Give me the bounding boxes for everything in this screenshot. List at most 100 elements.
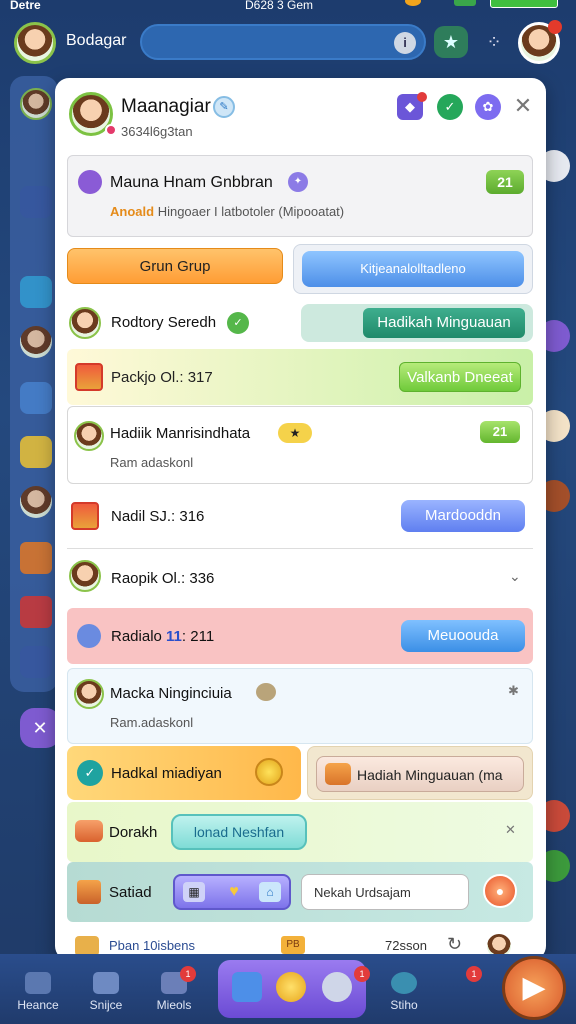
row-label: Rodtory Seredh xyxy=(111,314,217,331)
gift-icon xyxy=(20,542,52,574)
list-item[interactable]: Rodtory Seredh ✓ Hadikah Minguauan xyxy=(55,304,546,348)
modal-subtitle: 3634l6g3tan xyxy=(121,124,193,139)
play-button[interactable]: ▶ xyxy=(502,956,566,1020)
nav-label: Stiho xyxy=(390,998,418,1012)
nav-label: Heance xyxy=(17,998,59,1012)
modal-title: Maanagiar xyxy=(121,96,211,117)
hand-icon xyxy=(256,683,276,701)
chip-group[interactable]: ▦ ♥ ⌂ xyxy=(173,874,291,910)
nav-label: Mieols xyxy=(156,998,192,1012)
event-icon xyxy=(78,170,102,194)
message-input[interactable]: Nekah Urdsajam xyxy=(301,874,469,910)
event-badge: 21 xyxy=(486,170,524,194)
sidebar-avatar xyxy=(20,326,52,358)
settings-icon[interactable]: ✿ xyxy=(475,94,501,120)
nav-snijce[interactable]: Snijce xyxy=(76,964,136,1020)
smile-icon[interactable] xyxy=(276,972,306,1002)
row-label: Nadil SJ.: 316 xyxy=(111,508,205,525)
profile-avatar[interactable] xyxy=(14,22,56,64)
close-icon[interactable]: ✕ xyxy=(511,92,535,120)
lonad-button[interactable]: lonad Neshfan xyxy=(171,814,307,850)
send-icon[interactable]: ● xyxy=(483,874,517,908)
sidebar-avatar xyxy=(20,88,52,120)
status-time: D628 3 Gem xyxy=(245,0,314,12)
refresh-icon[interactable]: ↻ xyxy=(447,934,462,955)
status-left: Detre xyxy=(10,0,41,12)
tag-icon: ✦ xyxy=(288,172,308,192)
close-panel-button[interactable]: ✕ xyxy=(20,708,60,748)
row-badge: 21 xyxy=(480,421,520,443)
online-badge xyxy=(105,124,117,136)
sidebar-icon xyxy=(20,382,52,414)
coin-icon xyxy=(255,758,283,786)
chevron-down-icon[interactable]: ⌄ xyxy=(509,568,521,585)
footer-badge: PB xyxy=(281,936,305,954)
valkanb-button[interactable]: Valkanb Dneeat xyxy=(399,362,521,392)
nav-stiho[interactable]: Stiho xyxy=(374,964,434,1020)
divider xyxy=(67,548,533,549)
nav-label: Snijce xyxy=(89,998,123,1012)
button-wrap: Hadikah Minguauan xyxy=(301,304,533,342)
map-icon[interactable] xyxy=(232,972,262,1002)
book-icon xyxy=(75,936,99,956)
shield-icon[interactable]: ✓ xyxy=(437,94,463,120)
list-item[interactable]: Satiad ▦ ♥ ⌂ Nekah Urdsajam ● xyxy=(67,862,533,922)
row-avatar xyxy=(74,679,104,709)
event-card[interactable]: Mauna Hnam Gnbbran ✦ 21 Anoald Hingoaer … xyxy=(67,155,533,237)
list-item[interactable]: Dorakh lonad Neshfan ✕ xyxy=(67,802,533,862)
gift-icon xyxy=(75,363,103,391)
sword-icon xyxy=(93,972,119,994)
list-item[interactable]: Hadiik Manrisindhata ★ 21 Ram adaskonl xyxy=(67,406,533,484)
list-item[interactable]: ✓ Hadkal miadiyan xyxy=(67,746,301,800)
heart-icon[interactable]: ♥ xyxy=(223,882,245,902)
sparkle-icon: ✕ xyxy=(505,822,516,837)
sidebar-icon xyxy=(20,186,52,218)
row-label: Macka Ninginciuia xyxy=(110,685,232,702)
footer-right: 72sson xyxy=(385,938,427,953)
list-item[interactable]: Raopik Ol.: 336 ⌄ xyxy=(55,554,546,604)
gift-icon xyxy=(71,502,99,530)
bread-icon xyxy=(75,820,103,842)
row-avatar xyxy=(74,421,104,451)
grid-icon[interactable]: ⁘ xyxy=(482,28,506,56)
battery-icon xyxy=(490,0,558,8)
status-bar: Detre D628 3 Gem xyxy=(0,0,576,14)
hadikah-button[interactable]: Hadikah Minguauan xyxy=(363,308,525,338)
crate-icon[interactable]: ▦ xyxy=(183,882,205,902)
blue-action-button[interactable]: Kitjeanalolltadleno xyxy=(302,251,524,287)
notification-badge: 1 xyxy=(466,966,482,982)
star-icon[interactable]: ✱ xyxy=(508,683,519,699)
list-item[interactable]: Radialo 11: 211 Meuoouda xyxy=(67,608,533,664)
nav-home[interactable]: Heance xyxy=(8,964,68,1020)
row-label: Hadkal miadiyan xyxy=(111,765,222,782)
profile-name: Bodagar xyxy=(66,32,127,49)
event-title: Mauna Hnam Gnbbran xyxy=(110,174,273,191)
home-icon[interactable]: ⌂ xyxy=(259,882,281,902)
globe-icon xyxy=(391,972,417,994)
grup-button[interactable]: Grun Grup xyxy=(67,248,283,284)
row-avatar xyxy=(69,307,101,339)
list-item[interactable]: Nadil SJ.: 316 Mardooddn xyxy=(55,490,546,546)
star-icon: ★ xyxy=(278,423,312,443)
star-icon[interactable]: ★ xyxy=(434,26,468,58)
hadiah-button[interactable]: Hadiah Minguauan (ma xyxy=(316,756,524,792)
row-label: Radialo 11: 211 xyxy=(111,628,215,645)
row-label: Raopik Ol.: 336 xyxy=(111,570,215,587)
event-subtext: Anoald Hingoaer I latbotoler (Mipooatat) xyxy=(110,204,345,219)
edit-icon[interactable]: ✎ xyxy=(213,96,235,118)
background-sidebar xyxy=(10,76,58,692)
search-bar[interactable]: i xyxy=(140,24,426,60)
chest-icon xyxy=(325,763,351,785)
info-icon[interactable]: i xyxy=(394,32,416,54)
notification-badge xyxy=(548,20,562,34)
mardooddn-button[interactable]: Mardooddn xyxy=(401,500,525,532)
sidebar-avatar xyxy=(20,486,52,518)
leaf-icon xyxy=(77,624,101,648)
chat-icon[interactable] xyxy=(322,972,352,1002)
meuoouda-button[interactable]: Meuoouda xyxy=(401,620,525,652)
list-item[interactable]: Packjo Ol.: 317 Valkanb Dneeat xyxy=(67,349,533,405)
modal-header: Maanagiar ✎ 3634l6g3tan ◆ ✓ ✿ ✕ xyxy=(55,78,546,150)
sidebar-icon xyxy=(20,646,52,678)
list-item[interactable]: Macka Ninginciuia Ram.adaskonl ✱ xyxy=(67,668,533,744)
row-label: Hadiik Manrisindhata xyxy=(110,425,251,442)
